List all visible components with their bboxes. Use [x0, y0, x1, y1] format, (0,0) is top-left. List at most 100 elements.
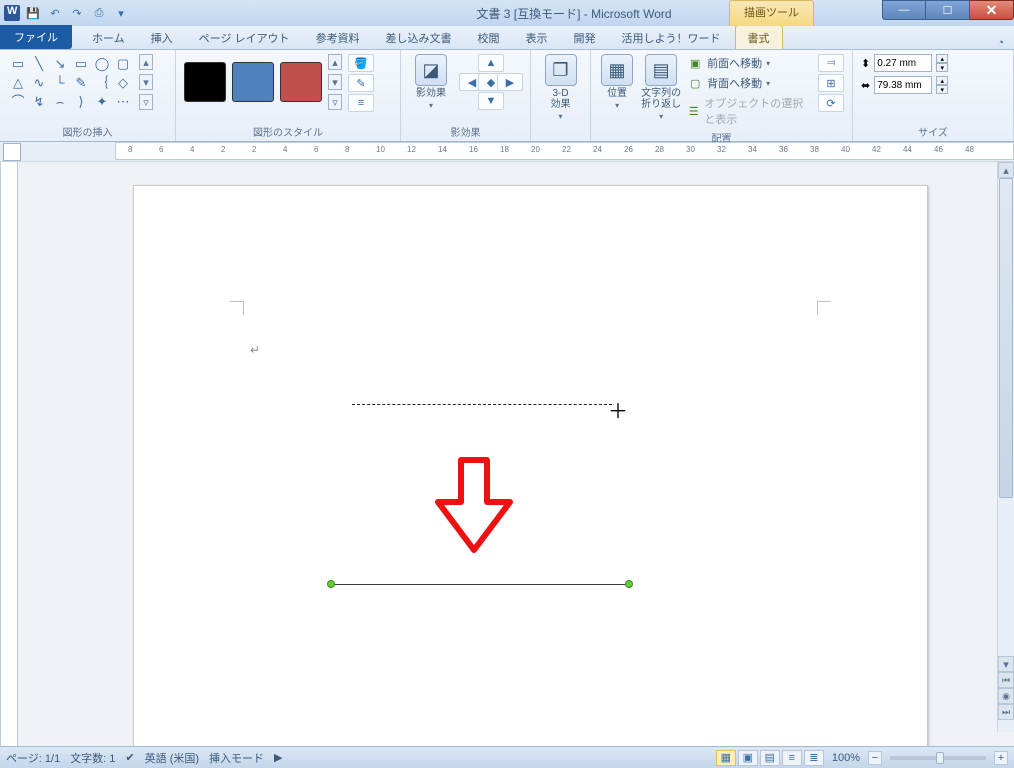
scroll-thumb[interactable] — [999, 178, 1013, 498]
send-backward-button[interactable]: ▢背面へ移動▾ — [687, 74, 812, 92]
style-gallery-scroll[interactable]: ▴ ▾ ▿ — [328, 54, 342, 110]
gallery-up-icon[interactable]: ▴ — [328, 54, 342, 70]
zoom-in-button[interactable]: + — [994, 751, 1008, 765]
shape-brace-icon[interactable]: ｛ — [92, 73, 112, 91]
shape-plus-icon[interactable]: ✦ — [92, 92, 112, 110]
tab-page-layout[interactable]: ページ レイアウト — [187, 26, 302, 49]
horizontal-ruler[interactable]: 8642246810121416182022242628303234363840… — [115, 142, 1014, 160]
style-swatch-blue[interactable] — [232, 62, 274, 102]
spin-up-icon[interactable]: ▴ — [936, 76, 948, 85]
tab-format[interactable]: 書式 — [735, 25, 783, 49]
gallery-expand-icon[interactable]: ▿ — [139, 94, 153, 110]
tab-selector[interactable] — [3, 143, 21, 161]
word-count[interactable]: 文字数: 1 — [70, 750, 115, 766]
document-page[interactable]: ↵ ＋ — [133, 185, 928, 750]
zoom-slider[interactable] — [890, 756, 986, 760]
view-web-icon[interactable]: ▤ — [760, 750, 780, 766]
shape-polyline-icon[interactable]: ⌒ — [8, 92, 28, 110]
shape-textbox-icon[interactable]: ▭ — [8, 54, 28, 72]
next-page-icon[interactable]: ⏭ — [998, 704, 1014, 720]
shape-outline-button[interactable]: ✎ — [348, 74, 374, 92]
tab-view[interactable]: 表示 — [514, 26, 560, 49]
shape-arc-icon[interactable]: ⌢ — [50, 92, 70, 110]
tab-review[interactable]: 校閲 — [466, 26, 512, 49]
shape-rounded-icon[interactable]: ▢ — [113, 54, 133, 72]
prev-page-icon[interactable]: ⏮ — [998, 672, 1014, 688]
tab-insert[interactable]: 挿入 — [139, 26, 185, 49]
spin-down-icon[interactable]: ▾ — [936, 63, 948, 72]
shape-rect-icon[interactable]: ▭ — [71, 54, 91, 72]
shape-connector-icon[interactable]: └ — [50, 73, 70, 91]
group-button[interactable]: ⊞ — [818, 74, 844, 92]
vertical-scrollbar[interactable]: ▴ ▾ ⏮ ◉ ⏭ — [997, 162, 1014, 732]
view-print-layout-icon[interactable]: ▦ — [716, 750, 736, 766]
tab-home[interactable]: ホーム — [80, 26, 137, 49]
shape-more-icon[interactable]: ⋯ — [113, 92, 133, 110]
bring-forward-button[interactable]: ▣前面へ移動▾ — [687, 54, 812, 72]
scroll-track[interactable] — [998, 178, 1014, 656]
scroll-down-icon[interactable]: ▾ — [998, 656, 1014, 672]
save-icon[interactable]: 💾 — [24, 4, 42, 22]
style-swatch-red[interactable] — [280, 62, 322, 102]
shape-line-icon[interactable]: ╲ — [29, 54, 49, 72]
insert-mode[interactable]: 挿入モード — [209, 750, 264, 766]
tab-developer[interactable]: 開発 — [562, 26, 608, 49]
tab-references[interactable]: 参考資料 — [304, 26, 372, 49]
shape-callout-icon[interactable]: ◇ — [113, 73, 133, 91]
print-preview-icon[interactable]: ⎙ — [90, 4, 108, 22]
tab-mailings[interactable]: 差し込み文書 — [374, 26, 464, 49]
view-fullscreen-icon[interactable]: ▣ — [738, 750, 758, 766]
zoom-thumb[interactable] — [936, 752, 944, 764]
gallery-up-icon[interactable]: ▴ — [139, 54, 153, 70]
maximize-button[interactable]: ☐ — [926, 0, 970, 20]
page-indicator[interactable]: ページ: 1/1 — [6, 750, 60, 766]
help-icon[interactable]: ◔ — [997, 37, 1004, 49]
shape-oval-icon[interactable]: ◯ — [92, 54, 112, 72]
shape-width-input[interactable] — [874, 76, 932, 94]
selected-line-shape[interactable] — [331, 584, 628, 585]
view-outline-icon[interactable]: ≡ — [782, 750, 802, 766]
shape-triangle-icon[interactable]: △ — [8, 73, 28, 91]
language-indicator[interactable]: 英語 (米国) — [145, 750, 199, 766]
selection-handle-icon[interactable] — [625, 580, 633, 588]
align-button[interactable]: ⫤ — [818, 54, 844, 72]
document-scroll-area[interactable]: ↵ ＋ — [18, 162, 1014, 750]
tab-addin[interactable]: 活用しよう！ワード — [610, 26, 733, 49]
spin-up-icon[interactable]: ▴ — [936, 54, 948, 63]
shape-gallery[interactable]: ▭ ╲ ↘ ▭ ◯ ▢ △ ∿ └ ✎ ｛ ◇ ⌒ ↯ ⌢ ⟩ ✦ ⋯ — [8, 54, 133, 110]
shape-height-input[interactable] — [874, 54, 932, 72]
shape-arrow-icon[interactable]: ↘ — [50, 54, 70, 72]
undo-icon[interactable]: ↶ — [46, 4, 64, 22]
shape-gallery-scroll[interactable]: ▴ ▾ ▿ — [139, 54, 153, 110]
spin-down-icon[interactable]: ▾ — [936, 85, 948, 94]
proofing-icon[interactable]: ✔ — [125, 751, 134, 764]
shape-effects-button[interactable]: ≡ — [348, 94, 374, 112]
redo-icon[interactable]: ↷ — [68, 4, 86, 22]
selection-handle-icon[interactable] — [327, 580, 335, 588]
gallery-down-icon[interactable]: ▾ — [139, 74, 153, 90]
shape-fill-button[interactable]: 🪣 — [348, 54, 374, 72]
shape-freeform-icon[interactable]: ✎ — [71, 73, 91, 91]
3d-effects-button[interactable]: ❐ 3-D 効果 ▾ — [539, 54, 582, 121]
nudge-shadow-right-icon[interactable]: ▶ — [497, 73, 523, 91]
browse-object-icon[interactable]: ◉ — [998, 688, 1014, 704]
gallery-expand-icon[interactable]: ▿ — [328, 94, 342, 110]
gallery-down-icon[interactable]: ▾ — [328, 74, 342, 90]
close-button[interactable]: ✕ — [970, 0, 1014, 20]
style-swatch-black[interactable] — [184, 62, 226, 102]
scroll-up-icon[interactable]: ▴ — [998, 162, 1014, 178]
shape-curve-icon[interactable]: ∿ — [29, 73, 49, 91]
macro-icon[interactable]: ▶ — [274, 751, 282, 764]
zoom-label[interactable]: 100% — [832, 752, 860, 764]
shape-star-icon[interactable]: ↯ — [29, 92, 49, 110]
shadow-effects-button[interactable]: ◪ 影効果 ▾ — [409, 54, 453, 110]
view-draft-icon[interactable]: ≣ — [804, 750, 824, 766]
qat-more-icon[interactable]: ▾ — [112, 4, 130, 22]
style-gallery[interactable]: ▴ ▾ ▿ — [184, 54, 342, 110]
position-button[interactable]: ▦ 位置 ▾ — [599, 54, 635, 110]
minimize-button[interactable]: — — [882, 0, 926, 20]
tab-file[interactable]: ファイル — [0, 25, 72, 49]
shape-chevron-icon[interactable]: ⟩ — [71, 92, 91, 110]
zoom-out-button[interactable]: − — [868, 751, 882, 765]
rotate-button[interactable]: ⟳ — [818, 94, 844, 112]
